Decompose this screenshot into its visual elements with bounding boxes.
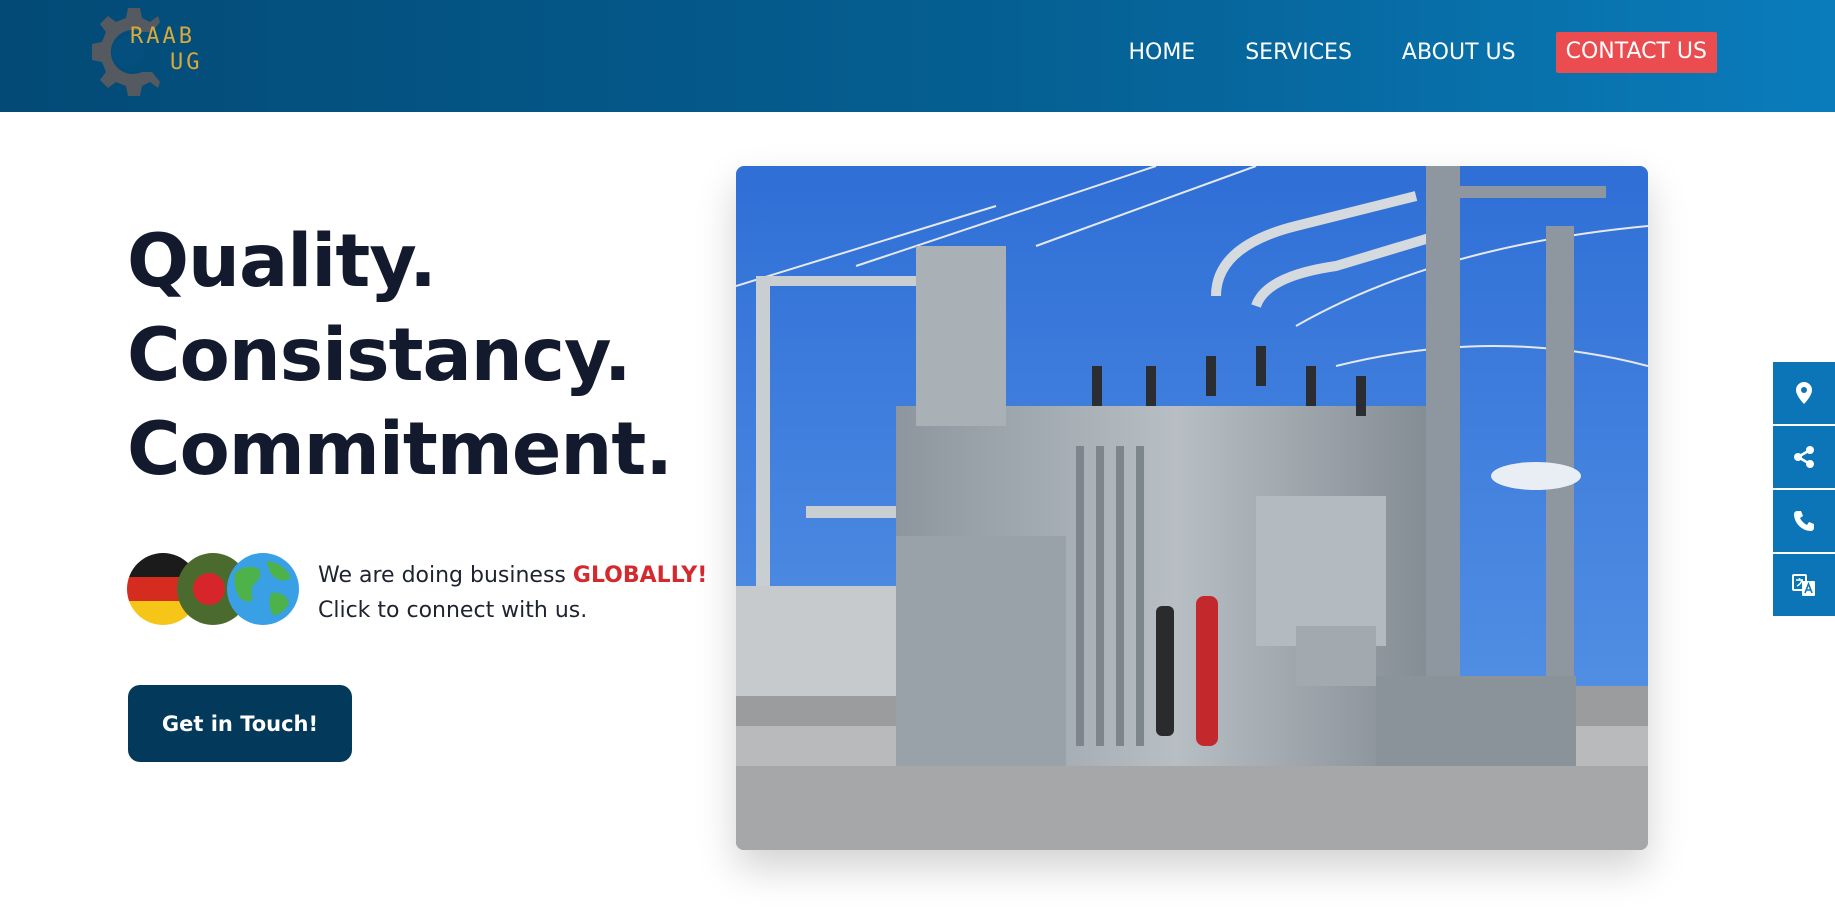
- nav-contact-us[interactable]: CONTACT US: [1555, 32, 1717, 73]
- share-button[interactable]: [1773, 426, 1835, 488]
- nav-about-us[interactable]: ABOUT US: [1402, 33, 1516, 73]
- global-business-text[interactable]: We are doing business GLOBALLY! Click to…: [318, 558, 707, 628]
- location-pin-icon: [1796, 382, 1812, 404]
- site-header: RAAB UG HOME SERVICES ABOUT US CONTACT U…: [0, 0, 1835, 112]
- location-button[interactable]: [1773, 362, 1835, 424]
- side-toolbar: [1773, 362, 1835, 618]
- hero-headline: Quality. Consistancy. Commitment.: [127, 215, 673, 497]
- globe-icon[interactable]: [227, 553, 299, 625]
- global-text-prefix: We are doing business: [318, 563, 573, 588]
- headline-line: Consistancy.: [127, 313, 632, 398]
- translate-button[interactable]: [1773, 554, 1835, 616]
- phone-icon: [1794, 511, 1814, 531]
- gear-logo-icon: [92, 8, 160, 96]
- share-icon: [1794, 446, 1814, 468]
- nav-home[interactable]: HOME: [1128, 33, 1195, 73]
- electrical-substation-transformer-photo: [736, 166, 1648, 850]
- translate-icon: [1792, 574, 1815, 596]
- headline-line: Quality.: [127, 219, 437, 304]
- global-text-highlight: GLOBALLY!: [572, 563, 708, 588]
- hero-image: [736, 166, 1648, 850]
- country-flags[interactable]: [127, 553, 302, 627]
- headline-line: Commitment.: [127, 407, 673, 492]
- main-nav: HOME SERVICES ABOUT US CONTACT US: [1078, 32, 1717, 73]
- logo-text-line2: UG: [170, 50, 203, 75]
- company-logo[interactable]: RAAB UG: [80, 2, 220, 102]
- global-text-line2: Click to connect with us.: [318, 598, 588, 623]
- nav-services[interactable]: SERVICES: [1245, 33, 1352, 73]
- phone-button[interactable]: [1773, 490, 1835, 552]
- logo-text-line1: RAAB: [130, 24, 195, 49]
- get-in-touch-button[interactable]: Get in Touch!: [128, 685, 352, 762]
